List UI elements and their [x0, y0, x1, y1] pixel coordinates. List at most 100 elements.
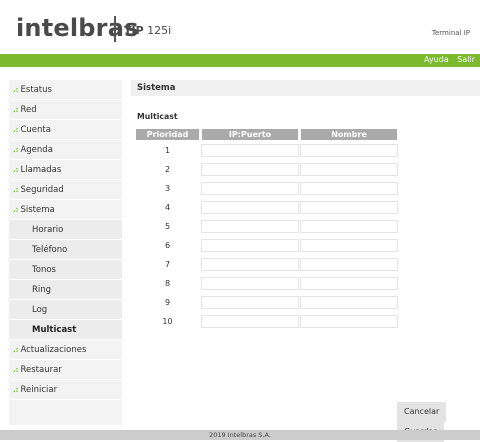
- name-input[interactable]: [301, 259, 397, 270]
- sidebar: .: Estatus .: Red .: Cuenta .: Agenda .: Llam…: [9, 80, 122, 425]
- bullet-icon: .:: [13, 386, 19, 394]
- sidebar-item-label: Llamadas: [20, 165, 62, 175]
- bullet-icon: .:: [13, 366, 19, 374]
- sidebar-item-reiniciar[interactable]: .: Reiniciar: [9, 380, 122, 400]
- column-header-name: Nombre: [301, 129, 397, 140]
- sidebar-item-seguridad[interactable]: .: Seguridad: [9, 180, 122, 200]
- ip-port-cell: [202, 256, 298, 273]
- ip-port-input[interactable]: [202, 164, 298, 175]
- brand-logo: intelbras: [16, 14, 139, 42]
- sidebar-item-red[interactable]: .: Red: [9, 100, 122, 120]
- table-row: 7: [136, 256, 397, 273]
- name-cell: [301, 161, 397, 178]
- ip-port-cell: [202, 275, 298, 292]
- sidebar-item-restaurar[interactable]: .: Restaurar: [9, 360, 122, 380]
- sidebar-subitem-log[interactable]: Log: [9, 300, 122, 320]
- sidebar-item-label: Sistema: [20, 205, 55, 215]
- section-title: Multicast: [137, 112, 178, 121]
- priority-cell: 6: [164, 241, 171, 250]
- table-row: 9: [136, 294, 397, 311]
- name-cell: [301, 275, 397, 292]
- sidebar-item-label: Agenda: [20, 145, 53, 155]
- sidebar-item-estatus[interactable]: .: Estatus: [9, 80, 122, 100]
- ip-port-cell: [202, 199, 298, 216]
- sidebar-item-sistema[interactable]: .: Sistema: [9, 200, 122, 220]
- ip-port-input[interactable]: [202, 221, 298, 232]
- bullet-icon: .:: [13, 206, 19, 214]
- ip-port-cell: [202, 142, 298, 159]
- sidebar-subitem-ring[interactable]: Ring: [9, 280, 122, 300]
- name-cell: [301, 199, 397, 216]
- priority-cell: 2: [164, 165, 171, 174]
- priority-cell: 1: [164, 146, 171, 155]
- name-cell: [301, 294, 397, 311]
- ip-port-input[interactable]: [202, 316, 298, 327]
- sidebar-item-label: Cuenta: [20, 125, 51, 135]
- terminal-label: Terminal IP: [431, 29, 470, 37]
- name-input[interactable]: [301, 240, 397, 251]
- priority-cell: 4: [164, 203, 171, 212]
- multicast-table: Prioridad IP:Puerto Nombre 1 2 3 4 5 6 7…: [133, 127, 400, 332]
- ip-port-input[interactable]: [202, 202, 298, 213]
- bullet-icon: .:: [13, 166, 19, 174]
- ip-port-input[interactable]: [202, 259, 298, 270]
- sidebar-item-label: Reiniciar: [20, 385, 58, 395]
- sidebar-item-label: Restaurar: [20, 365, 62, 375]
- sidebar-item-label: Estatus: [20, 85, 52, 95]
- ip-port-cell: [202, 180, 298, 197]
- name-cell: [301, 218, 397, 235]
- table-row: 3: [136, 180, 397, 197]
- model-suffix: 125i: [147, 24, 172, 37]
- priority-cell: 7: [164, 260, 171, 269]
- sidebar-subitem-tonos[interactable]: Tonos: [9, 260, 122, 280]
- ip-port-input[interactable]: [202, 183, 298, 194]
- name-cell: [301, 237, 397, 254]
- ip-port-input[interactable]: [202, 297, 298, 308]
- sidebar-subitem-horario[interactable]: Horario: [9, 220, 122, 240]
- model-prefix: TIP: [124, 24, 144, 37]
- name-input[interactable]: [301, 145, 397, 156]
- bullet-icon: .:: [13, 126, 19, 134]
- name-input[interactable]: [301, 164, 397, 175]
- table-row: 2: [136, 161, 397, 178]
- name-cell: [301, 180, 397, 197]
- ip-port-input[interactable]: [202, 240, 298, 251]
- table-header-row: Prioridad IP:Puerto Nombre: [136, 129, 397, 140]
- sidebar-item-agenda[interactable]: .: Agenda: [9, 140, 122, 160]
- sidebar-subitem-telefono[interactable]: Teléfono: [9, 240, 122, 260]
- name-input[interactable]: [301, 221, 397, 232]
- cancel-button[interactable]: Cancelar: [397, 402, 447, 422]
- sidebar-item-label: Actualizaciones: [20, 345, 87, 355]
- name-input[interactable]: [301, 316, 397, 327]
- sidebar-subitem-multicast[interactable]: Multicast: [9, 320, 122, 340]
- ip-port-input[interactable]: [202, 278, 298, 289]
- logout-link[interactable]: Salir: [457, 55, 475, 64]
- main-content: Sistema Multicast Prioridad IP:Puerto No…: [131, 80, 480, 442]
- table-row: 4: [136, 199, 397, 216]
- sidebar-item-llamadas[interactable]: .: Llamadas: [9, 160, 122, 180]
- ip-port-cell: [202, 313, 298, 330]
- ip-port-cell: [202, 294, 298, 311]
- column-header-ip-port: IP:Puerto: [202, 129, 298, 140]
- ip-port-input[interactable]: [202, 145, 298, 156]
- name-input[interactable]: [301, 202, 397, 213]
- ip-port-cell: [202, 161, 298, 178]
- page-title: Sistema: [131, 80, 480, 96]
- bullet-icon: .:: [13, 186, 19, 194]
- name-input[interactable]: [301, 278, 397, 289]
- table-row: 5: [136, 218, 397, 235]
- name-input[interactable]: [301, 297, 397, 308]
- priority-cell: 9: [164, 298, 171, 307]
- sidebar-item-actualizaciones[interactable]: .: Actualizaciones: [9, 340, 122, 360]
- priority-cell: 10: [162, 317, 173, 326]
- help-link[interactable]: Ayuda: [424, 55, 449, 64]
- table-row: 10: [136, 313, 397, 330]
- bullet-icon: .:: [13, 346, 19, 354]
- sidebar-item-cuenta[interactable]: .: Cuenta: [9, 120, 122, 140]
- ip-port-cell: [202, 218, 298, 235]
- footer: 2019 Intelbras S.A.: [0, 430, 480, 440]
- name-cell: [301, 142, 397, 159]
- bullet-icon: .:: [13, 146, 19, 154]
- name-input[interactable]: [301, 183, 397, 194]
- bullet-icon: .:: [13, 86, 19, 94]
